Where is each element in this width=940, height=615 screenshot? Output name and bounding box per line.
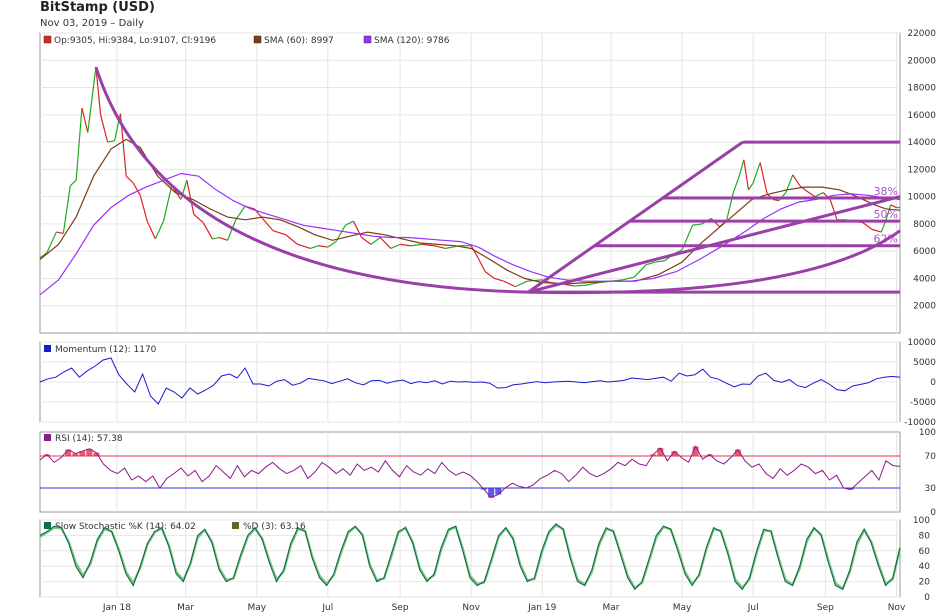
- x-tick-label: Nov: [462, 603, 480, 613]
- panels-group: Jan 18 Mar May Jul Sep Nov Jan 19 Mar May Jul Sep N…: [39, 29, 937, 613]
- bitstamp-chart: Jan 18 Mar May Jul Sep Nov Jan 19 Mar May Jul Sep N…: [39, 29, 937, 613]
- stoch-y-tick-label: 100: [913, 516, 930, 526]
- rsi-y-tick-label: 0: [930, 508, 936, 518]
- momentum-y-tick-label: -10000: [904, 418, 936, 428]
- price-y-tick-label: 4000: [913, 274, 936, 284]
- price-y-tick-label: 6000: [913, 247, 936, 257]
- rsi-y-tick-label: 70: [925, 452, 937, 462]
- price-y-tick-label: 14000: [907, 138, 936, 148]
- price-y-tick-label: 20000: [907, 56, 936, 66]
- momentum-legend-swatch: [44, 345, 51, 352]
- x-tick-label: Jan 18: [102, 603, 131, 613]
- x-tick-label: Sep: [817, 603, 834, 613]
- stoch-y-tick-label: 0: [924, 593, 930, 603]
- stoch-d-legend-swatch: [232, 522, 239, 529]
- price-legend-label: SMA (120): 9786: [374, 36, 450, 46]
- x-tick-label: Nov: [888, 603, 906, 613]
- price-y-tick-label: 2000: [913, 302, 936, 312]
- rsi-legend-swatch: [44, 434, 51, 441]
- price-segment: [573, 284, 586, 287]
- fib-level-label: 50%: [874, 208, 898, 221]
- stoch-y-tick-label: 20: [919, 578, 931, 588]
- momentum-y-tick-label: 5000: [913, 358, 936, 368]
- fib-level-label: 38%: [874, 185, 898, 198]
- momentum-y-tick-label: 0: [930, 378, 936, 388]
- stoch-k-legend-swatch: [44, 522, 51, 529]
- stoch-y-tick-label: 40: [919, 562, 931, 572]
- price-legend-swatch: [363, 35, 372, 44]
- price-legend-label: SMA (60): 8997: [264, 36, 334, 46]
- rsi-oversold-fill: [495, 488, 502, 495]
- price-y-tick-label: 10000: [907, 193, 936, 203]
- price-y-tick-label: 18000: [907, 84, 936, 94]
- x-tick-label: Sep: [392, 603, 409, 613]
- price-y-tick-label: 22000: [907, 29, 936, 39]
- price-y-tick-label: 12000: [907, 165, 936, 175]
- momentum-y-tick-label: 10000: [907, 338, 936, 348]
- x-tick-label: Jan 19: [527, 603, 556, 613]
- stoch-y-tick-label: 80: [919, 531, 931, 541]
- momentum-y-tick-label: -5000: [910, 398, 936, 408]
- rsi-y-tick-label: 100: [919, 428, 936, 438]
- price-y-tick-label: 8000: [913, 220, 936, 230]
- rsi-panel-frame: [39, 431, 901, 513]
- x-tick-label: May: [247, 603, 266, 613]
- x-tick-label: Mar: [177, 603, 194, 613]
- stoch-y-tick-label: 60: [919, 547, 931, 557]
- momentum-legend-label: Momentum (12): 1170: [55, 345, 157, 355]
- x-tick-label: Jul: [321, 603, 333, 613]
- price-legend-label: Op:9305, Hi:9384, Lo:9107, Cl:9196: [54, 36, 216, 46]
- price-y-tick-label: 16000: [907, 111, 936, 121]
- x-tick-label: Mar: [603, 603, 620, 613]
- stoch-k-legend-label: Slow Stochastic %K (14): 64.02: [55, 522, 196, 532]
- rsi-y-tick-label: 30: [925, 484, 937, 494]
- x-tick-label: May: [673, 603, 692, 613]
- rsi-legend-label: RSI (14): 57.38: [55, 434, 123, 444]
- price-legend-swatch: [43, 35, 52, 44]
- x-tick-label: Jul: [747, 603, 759, 613]
- price-legend-swatch: [253, 35, 262, 44]
